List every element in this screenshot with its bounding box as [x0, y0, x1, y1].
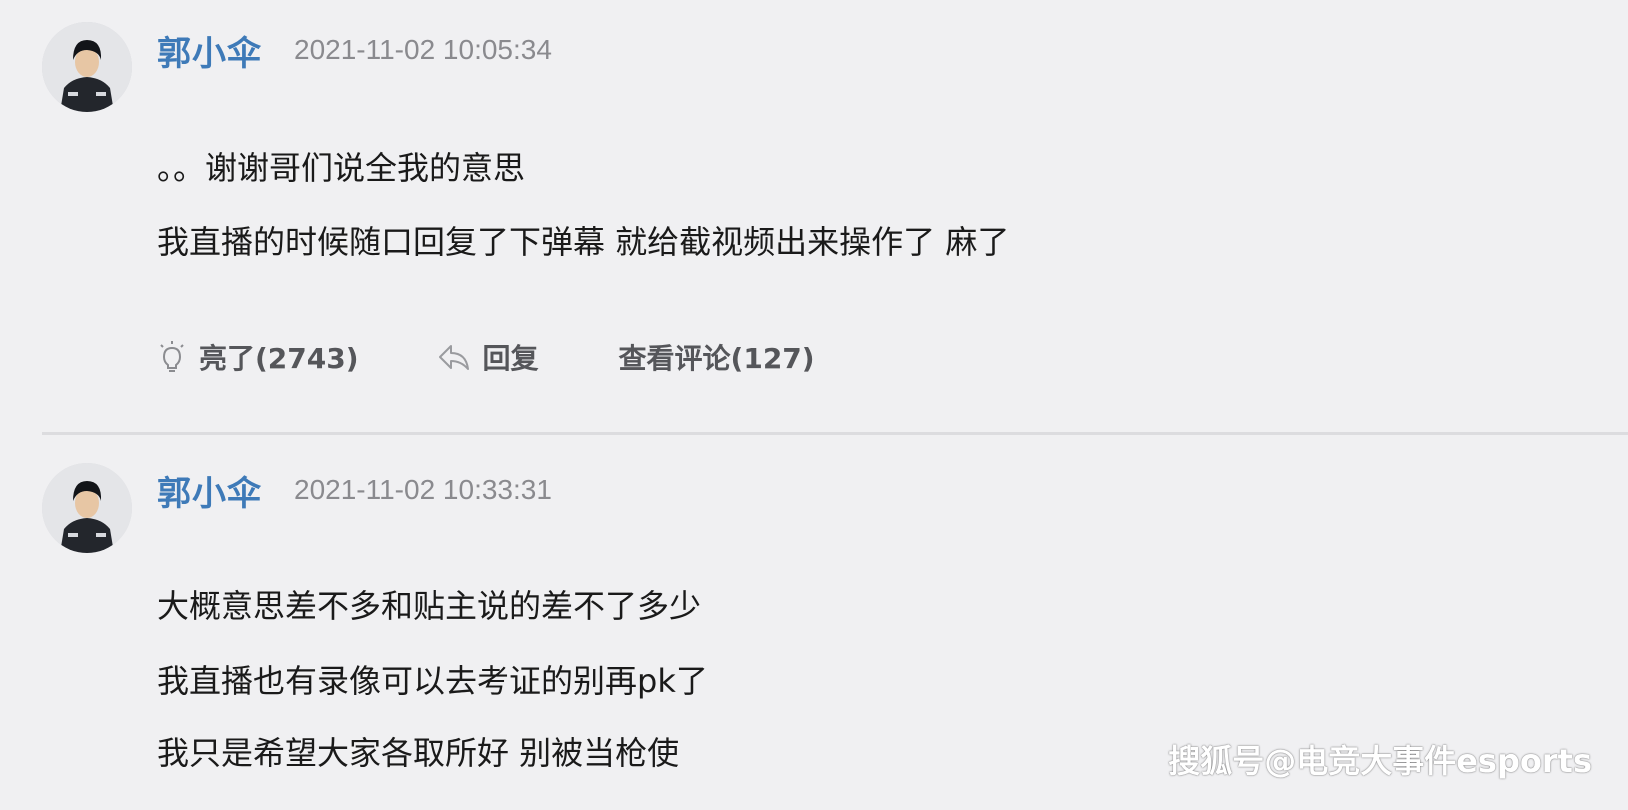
comment-text-line: 我直播也有录像可以去考证的别再pk了: [157, 662, 708, 700]
timestamp: 2021-11-02 10:05:34: [294, 34, 552, 65]
comment-text-line: 我直播的时候随口回复了下弹幕 就给截视频出来操作了 麻了: [157, 223, 1010, 261]
watermark: 搜狐号@电竞大事件esports: [1168, 742, 1592, 780]
comment-header: 郭小伞 2021-11-02 10:05:34: [157, 25, 552, 75]
avatar[interactable]: [42, 463, 132, 553]
timestamp: 2021-11-02 10:33:31: [294, 474, 552, 505]
comment-text-line: 大概意思差不多和贴主说的差不了多少: [157, 587, 702, 625]
reply-arrow-icon: [437, 342, 471, 372]
comment-text-line: 我只是希望大家各取所好 别被当枪使: [157, 734, 680, 772]
like-button[interactable]: 亮了(2743): [157, 337, 359, 377]
reply-button[interactable]: 回复: [437, 337, 539, 377]
view-replies-label: 查看评论(127): [618, 342, 815, 375]
like-label: 亮了(2743): [199, 342, 359, 375]
lightbulb-icon: [157, 340, 187, 374]
comment-item: 郭小伞 2021-11-02 10:05:34 。。谢谢哥们说全我的意思 我直播…: [0, 0, 1628, 433]
comment-actions: 亮了(2743) 回复 查看评论(127): [157, 336, 815, 378]
comment-header: 郭小伞 2021-11-02 10:33:31: [157, 465, 552, 515]
avatar[interactable]: [42, 22, 132, 112]
username[interactable]: 郭小伞: [157, 466, 262, 515]
comment-text-line: 。。谢谢哥们说全我的意思: [157, 149, 526, 187]
username[interactable]: 郭小伞: [157, 26, 262, 75]
avatar-image: [42, 463, 132, 553]
avatar-image: [42, 22, 132, 112]
reply-label: 回复: [482, 342, 539, 375]
view-replies-link[interactable]: 查看评论(127): [619, 337, 815, 377]
